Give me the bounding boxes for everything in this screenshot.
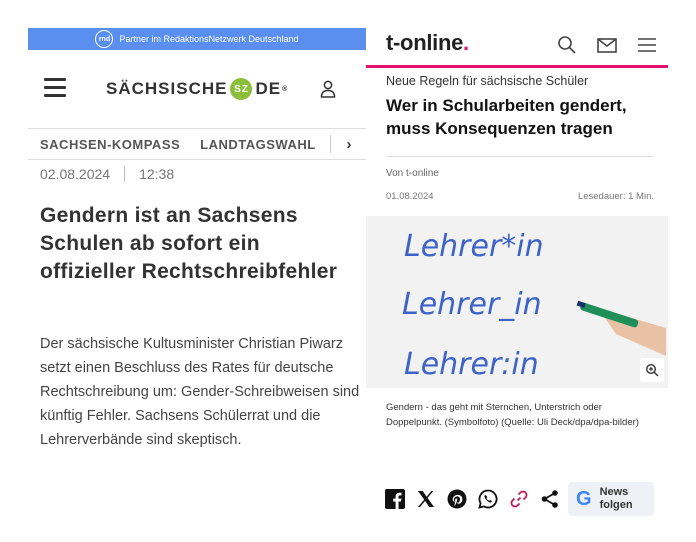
user-icon[interactable] [320, 80, 336, 98]
logo-text-main: SÄCHSISCHE [106, 79, 228, 98]
article-meta: 01.08.2024 Lesedauer: 1 Min. [386, 191, 654, 202]
zoom-button[interactable] [640, 358, 664, 382]
zoom-in-icon [645, 363, 659, 377]
nav-divider [329, 135, 331, 153]
mail-icon[interactable] [596, 34, 618, 56]
google-icon: G [576, 487, 592, 510]
partner-banner-text: Partner im RedaktionsNetzwerk Deutschlan… [119, 34, 299, 44]
search-icon[interactable] [556, 34, 578, 56]
article-author[interactable]: Von t-online [386, 168, 439, 179]
pinterest-icon[interactable] [446, 488, 468, 510]
article-teaser: Der sächsische Kultusminister Christian … [40, 336, 360, 448]
saechsische-logo[interactable]: SÄCHSISCHE SZ DE ® [106, 78, 288, 100]
menu-icon[interactable] [636, 34, 658, 56]
logo-registered-mark: ® [282, 85, 289, 93]
sz-badge: SZ [230, 78, 253, 100]
partner-banner[interactable]: rnd Partner im RedaktionsNetzwerk Deutsc… [28, 28, 366, 50]
article-kicker: Neue Regeln für sächsische Schüler [386, 74, 589, 88]
link-icon[interactable] [508, 488, 530, 510]
article-date: 02.08.2024 [40, 166, 111, 182]
article-headline: Wer in Schularbeiten gendert, muss Konse… [386, 96, 627, 138]
t-online-header: t-online. [366, 28, 668, 68]
news-follow-label: News folgen [599, 486, 633, 511]
nav-item-sachsen-kompass[interactable]: SACHSEN-KOMPASS [40, 137, 180, 152]
section-nav: SACHSEN-KOMPASS LANDTAGSWAHL › [28, 128, 366, 160]
timestamp-divider [124, 166, 126, 182]
x-icon[interactable] [415, 488, 437, 510]
facebook-icon[interactable] [384, 488, 406, 510]
article-date: 01.08.2024 [386, 191, 434, 202]
whiteboard-photo: Lehrer*in Lehrer_in Lehrer:in [366, 216, 668, 388]
photo-line-2: Lehrer_in [402, 287, 542, 322]
photo-line-1: Lehrer*in [404, 229, 544, 264]
site-header: SÄCHSISCHE SZ DE ® [28, 68, 366, 112]
chevron-right-icon[interactable]: › [347, 136, 353, 153]
photo-line-3: Lehrer:in [404, 347, 539, 382]
rnd-logo: rnd [95, 30, 114, 48]
saechsische-panel: rnd Partner im RedaktionsNetzwerk Deutsc… [28, 28, 366, 508]
google-news-follow-button[interactable]: G News folgen [568, 482, 654, 516]
divider [386, 156, 654, 157]
t-online-panel: t-online. Neue Regeln für sächsische Sch… [366, 28, 668, 518]
article-time: 12:38 [139, 166, 175, 182]
menu-icon[interactable] [44, 78, 66, 98]
photo-caption: Gendern - das geht mit Sternchen, Unters… [386, 402, 639, 428]
article-timestamp: 02.08.2024 12:38 [40, 166, 174, 182]
logo-text-de: DE [255, 79, 282, 98]
share-icon[interactable] [539, 488, 561, 510]
nav-item-landtagswahl[interactable]: LANDTAGSWAHL [200, 137, 316, 152]
header-actions [556, 34, 658, 56]
logo-dot: . [463, 30, 469, 55]
reading-time: Lesedauer: 1 Min. [577, 191, 654, 202]
whatsapp-icon[interactable] [477, 488, 499, 510]
article-photo[interactable]: Lehrer*in Lehrer_in Lehrer:in [366, 216, 668, 388]
share-bar: G News folgen [384, 482, 668, 516]
t-online-logo[interactable]: t-online. [386, 30, 469, 56]
article-headline: Gendern ist an Sachsens Schulen ab sofor… [40, 204, 338, 283]
